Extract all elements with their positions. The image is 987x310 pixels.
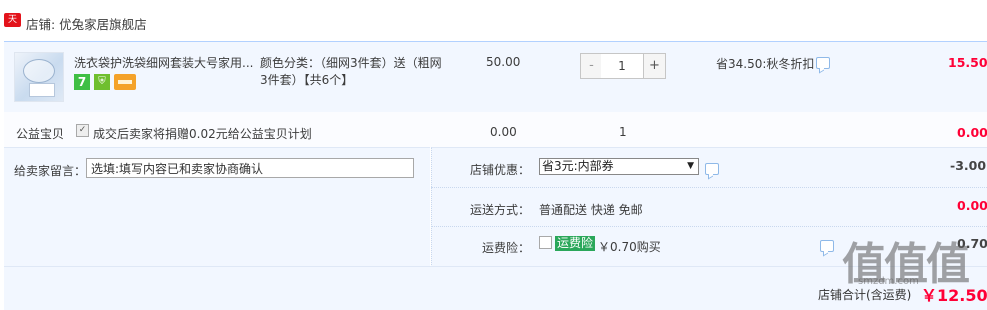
insurance-price: ￥0.70购买 bbox=[598, 240, 661, 254]
divider bbox=[431, 187, 987, 188]
coupon-select[interactable]: 省3元:内部券 ▼ bbox=[539, 158, 699, 175]
shipping-label: 运送方式： bbox=[470, 203, 531, 217]
product-thumbnail[interactable] bbox=[14, 52, 64, 102]
message-icon[interactable] bbox=[705, 163, 719, 175]
shield-icon[interactable]: ⛨ bbox=[94, 74, 110, 90]
message-icon[interactable] bbox=[820, 240, 834, 252]
charity-total: 0.00 bbox=[957, 125, 987, 140]
chevron-down-icon: ▼ bbox=[687, 161, 694, 171]
coupon-selected: 省3元:内部券 bbox=[542, 159, 614, 173]
seven-day-return-icon[interactable]: 7 bbox=[74, 74, 90, 90]
tmall-badge: 天猫 bbox=[4, 13, 21, 39]
quantity-increase-button[interactable]: + bbox=[643, 53, 666, 79]
product-variant: 颜色分类：（细网3件套）送（粗网3件套）【共6个】 bbox=[260, 56, 442, 87]
insurance-checkbox[interactable] bbox=[539, 236, 552, 249]
item-subtotal: 15.50 bbox=[948, 55, 987, 70]
product-title[interactable]: 洗衣袋护洗袋细网套装大号家用... bbox=[74, 55, 256, 72]
credit-card-icon[interactable] bbox=[114, 74, 136, 90]
charity-checkbox[interactable]: ✓ bbox=[76, 124, 89, 137]
unit-price: 50.00 bbox=[486, 55, 521, 69]
insurance-badge[interactable]: 运费险 bbox=[555, 236, 596, 251]
shop-name[interactable]: 店铺: 优兔家居旗舰店 bbox=[26, 14, 147, 33]
quantity-input[interactable]: 1 bbox=[601, 53, 643, 79]
shipping-total: 0.00 bbox=[957, 198, 987, 213]
charity-price: 0.00 bbox=[490, 125, 517, 139]
divider bbox=[431, 226, 987, 227]
watermark-text: smzdm.com bbox=[858, 276, 919, 287]
coupon-label: 店铺优惠： bbox=[470, 163, 531, 177]
charity-text: 成交后卖家将捐赠0.02元给公益宝贝计划 bbox=[93, 127, 312, 141]
remark-input[interactable]: 选填:填写内容已和卖家协商确认 bbox=[86, 158, 414, 178]
charity-label: 公益宝贝 bbox=[16, 127, 65, 141]
discount-text: 省34.50:秋冬折扣 bbox=[716, 57, 815, 71]
charity-qty: 1 bbox=[619, 125, 627, 139]
coupon-value: -3.00 bbox=[950, 158, 987, 173]
insurance-label: 运费险： bbox=[482, 241, 531, 255]
shipping-method: 普通配送 快递 免邮 bbox=[539, 203, 643, 217]
remark-label: 给卖家留言： bbox=[14, 164, 87, 178]
product-row bbox=[4, 42, 987, 112]
message-icon[interactable] bbox=[816, 57, 830, 69]
quantity-decrease-button[interactable]: - bbox=[580, 53, 603, 79]
